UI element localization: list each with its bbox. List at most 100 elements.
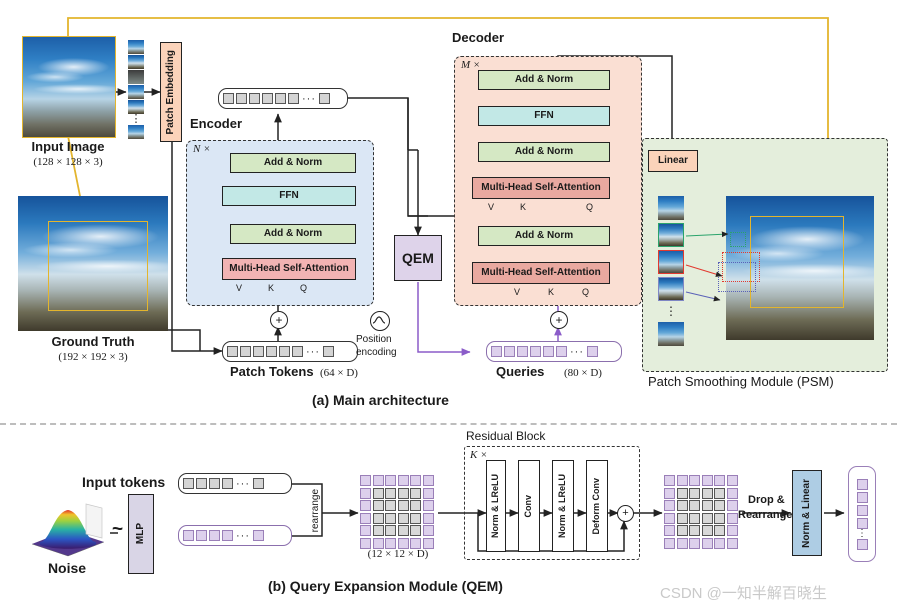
grid-cell <box>397 500 409 511</box>
tilde-symbol: ~ <box>112 519 124 540</box>
grid-cell <box>410 512 421 524</box>
decoder-add-norm-1: Add & Norm <box>478 226 610 246</box>
grid-cell <box>372 500 384 511</box>
decoder-cross-attention: Multi-Head Self-Attention <box>472 177 610 199</box>
expanded-token-grid <box>360 475 434 549</box>
image-patches-column: ⋮ <box>128 40 144 139</box>
grid-cell <box>410 500 421 511</box>
decoder-ffn: FFN <box>478 106 610 126</box>
noise-label: Noise <box>47 560 87 576</box>
qem-block: QEM <box>394 235 442 281</box>
decoder-self-q-label: Q <box>582 287 590 297</box>
grid-cell <box>689 537 700 549</box>
caption-main-architecture: (a) Main architecture <box>312 392 449 408</box>
grid-cell <box>664 537 675 549</box>
grid-cell <box>422 525 434 536</box>
noise-surface-plot <box>24 498 110 560</box>
token <box>222 478 233 489</box>
refined-token-grid <box>664 475 738 549</box>
grid-cell <box>360 487 371 499</box>
token <box>253 530 264 541</box>
grid-cell <box>714 512 725 524</box>
psm-output-image <box>718 196 874 340</box>
grid-cell <box>397 487 409 499</box>
grid-cell <box>664 500 675 511</box>
grid-cell <box>676 475 688 486</box>
grid-cell <box>701 537 713 549</box>
grid-cell <box>397 525 409 536</box>
grid-cell <box>689 512 700 524</box>
query-token <box>587 346 598 357</box>
grid-cell <box>372 487 384 499</box>
encoder-add-norm-2: Add & Norm <box>230 153 356 173</box>
grid-cell <box>689 525 700 536</box>
decoder-self-v-label: V <box>514 287 521 297</box>
patch-tokens-dims: (64 × D) <box>320 367 358 379</box>
psm-blue-patch-marker <box>718 262 756 292</box>
grid-cell <box>360 537 371 549</box>
token <box>288 93 299 104</box>
grid-cell <box>397 475 409 486</box>
token <box>253 478 264 489</box>
decoder-cross-k-label: K <box>520 202 527 212</box>
decoder-self-attention: Multi-Head Self-Attention <box>472 262 610 284</box>
input-tokens-strip: ··· <box>178 473 292 494</box>
grid-cell <box>664 512 675 524</box>
ground-truth-label: Ground Truth <box>51 334 135 349</box>
grid-cell <box>360 512 371 524</box>
grid-cell <box>410 475 421 486</box>
psm-linear-block: Linear <box>648 150 698 172</box>
grid-cell <box>714 537 725 549</box>
token <box>236 93 247 104</box>
token <box>262 93 273 104</box>
token <box>856 478 868 490</box>
decoder-add-norm-2: Add & Norm <box>478 142 610 162</box>
grid-cell <box>372 475 384 486</box>
grid-cell <box>676 500 688 511</box>
decoder-positional-add: + <box>550 311 568 329</box>
input-tokens-label: Input tokens <box>82 474 166 490</box>
grid-cell <box>397 537 409 549</box>
queries-dims: (80 × D) <box>564 367 602 379</box>
grid-cell <box>701 487 713 499</box>
grid-cell <box>689 500 700 511</box>
encoder-multi-head-self-attention: Multi-Head Self-Attention <box>222 258 356 280</box>
token <box>196 478 207 489</box>
ground-truth-crop-box <box>48 221 148 311</box>
grid-cell <box>664 487 675 499</box>
grid-cell <box>676 537 688 549</box>
token <box>292 346 303 357</box>
grid-cell <box>701 512 713 524</box>
grid-cell <box>714 475 725 486</box>
token <box>253 346 264 357</box>
grid-cell <box>372 512 384 524</box>
patch-tokens-strip: ··· <box>222 341 358 362</box>
token <box>275 93 286 104</box>
caption-qem: (b) Query Expansion Module (QEM) <box>268 578 503 594</box>
queries-strip: ··· <box>486 341 622 362</box>
grid-cell <box>701 500 713 511</box>
grid-cell <box>664 475 675 486</box>
encoder-repeat: N × <box>193 143 211 155</box>
grid-cell <box>422 512 434 524</box>
token <box>196 530 207 541</box>
token <box>319 93 330 104</box>
residual-block-repeat: K × <box>470 449 488 461</box>
psm-title: Patch Smoothing Module (PSM) <box>648 374 834 389</box>
grid-cell <box>360 475 371 486</box>
noise-tokens-strip: ··· <box>178 525 292 546</box>
grid-cell <box>676 487 688 499</box>
grid-cell <box>422 475 434 486</box>
input-image-label: Input Image <box>31 139 105 154</box>
encoder-positional-add: + <box>270 311 288 329</box>
ground-truth-dims: (192 × 192 × 3) <box>58 351 128 363</box>
grid-cell <box>726 475 738 486</box>
qem-output-tokens-strip: ⋮ <box>848 466 876 562</box>
decoder-cross-v-label: V <box>488 202 495 212</box>
grid-dims-label: (12 × 12 × D) <box>367 548 429 560</box>
grid-cell <box>410 487 421 499</box>
encoder-output-tokens: ··· <box>218 88 348 109</box>
token <box>856 504 868 516</box>
token <box>266 346 277 357</box>
token <box>856 517 868 529</box>
